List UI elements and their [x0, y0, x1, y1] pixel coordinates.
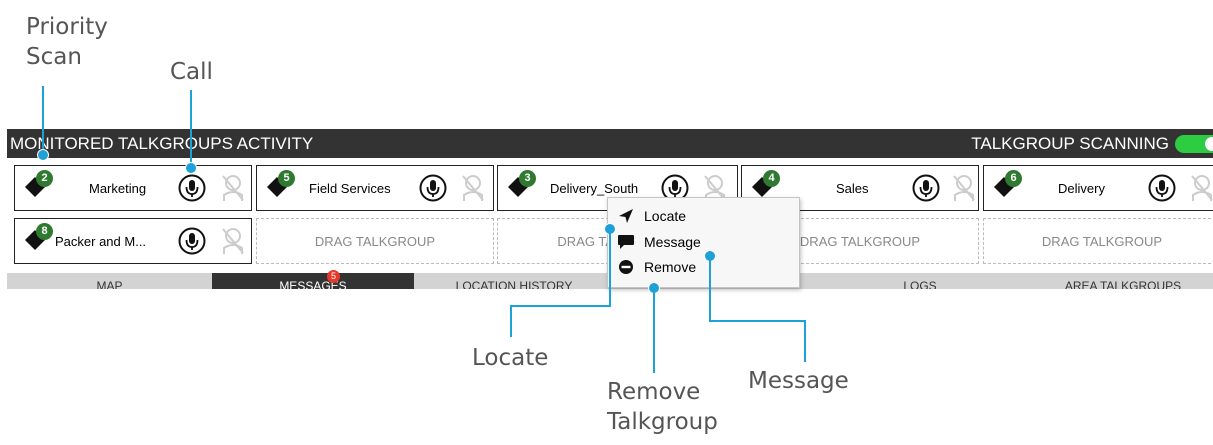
callout-priority-scan: Priority Scan — [26, 12, 108, 72]
leader-dot-priority-scan — [37, 149, 49, 161]
drag-talkgroup-label: DRAG TALKGROUP — [1041, 234, 1163, 249]
callout-remove-talkgroup: Remove Talkgroup — [607, 377, 718, 437]
muted-speaker-icon[interactable] — [460, 173, 486, 203]
tab-location-history[interactable]: LOCATION HISTORY — [414, 273, 614, 289]
talkgroup-name: Sales — [836, 181, 869, 196]
leader-dot-call — [185, 162, 197, 174]
priority-badge: 6 — [1005, 170, 1022, 187]
leader-message-v2 — [804, 320, 806, 362]
messages-count-badge: 5 — [327, 270, 340, 283]
priority-badge: 2 — [36, 170, 53, 187]
talkgroup-scanning-label: TALKGROUP SCANNING — [971, 134, 1169, 153]
remove-circle-icon — [619, 260, 633, 274]
callout-call: Call — [170, 59, 213, 85]
talkgroup-name: Packer and M... — [55, 234, 147, 249]
muted-speaker-icon[interactable] — [220, 226, 246, 256]
tab-logs[interactable]: LOGS — [807, 273, 1033, 289]
panel-header: MONITORED TALKGROUPS ACTIVITY TALKGROUP … — [7, 129, 1213, 158]
toggle-knob — [1205, 137, 1213, 151]
tab-area-talkgroups[interactable]: AREA TALKGROUPS — [1033, 273, 1213, 289]
leader-message-v — [709, 256, 711, 322]
talkgroup-tile[interactable]: 6 Delivery — [983, 165, 1213, 211]
callout-remove-line1: Remove — [607, 379, 701, 405]
empty-talkgroup-slot[interactable]: DRAG TALKGROUP — [256, 218, 494, 264]
leader-locate-v — [609, 229, 611, 306]
priority-badge: 5 — [278, 170, 295, 187]
leader-locate-h — [510, 305, 611, 307]
microphone-icon[interactable] — [912, 174, 940, 202]
drag-talkgroup-label: DRAG TALKGROUP — [314, 234, 436, 249]
muted-speaker-icon[interactable] — [220, 173, 246, 203]
talkgroup-tile[interactable]: 2 Marketing — [14, 165, 252, 211]
menu-item-label: Remove — [644, 259, 697, 275]
talkgroup-name: Delivery — [1058, 181, 1105, 196]
tab-messages[interactable]: MESSAGES 5 — [212, 270, 414, 289]
speech-bubble-icon — [618, 235, 634, 249]
talkgroup-name: Delivery_South — [550, 181, 639, 196]
priority-badge: 8 — [36, 223, 53, 240]
callout-priority-scan-line2: Scan — [26, 44, 82, 70]
talkgroup-name: Field Services — [309, 181, 391, 196]
microphone-icon[interactable] — [178, 174, 206, 202]
microphone-icon[interactable] — [178, 227, 206, 255]
empty-talkgroup-slot[interactable]: DRAG TALKGROUP — [983, 218, 1213, 264]
muted-speaker-icon[interactable] — [951, 173, 977, 203]
locate-arrow-icon — [619, 209, 633, 223]
callout-locate: Locate — [472, 345, 549, 371]
tab-map[interactable]: MAP — [7, 273, 212, 289]
panel-title: MONITORED TALKGROUPS ACTIVITY — [10, 134, 314, 153]
talkgroup-tile[interactable]: 8 Packer and M... — [14, 218, 252, 264]
leader-remove — [653, 288, 655, 373]
tab-label: AREA TALKGROUPS — [1064, 279, 1182, 289]
leader-call — [190, 90, 192, 166]
muted-speaker-icon[interactable] — [1189, 173, 1213, 203]
talkgroup-name: Marketing — [89, 181, 147, 196]
tab-label: LOGS — [903, 279, 937, 289]
microphone-icon[interactable] — [1148, 174, 1176, 202]
leader-locate-v2 — [510, 305, 512, 337]
tab-label: LOCATION HISTORY — [455, 279, 573, 289]
menu-item-label: Locate — [644, 208, 687, 224]
talkgroup-tile[interactable]: 5 Field Services — [256, 165, 494, 211]
leader-priority-scan — [42, 86, 44, 153]
microphone-icon[interactable] — [419, 174, 447, 202]
callout-message: Message — [748, 368, 849, 394]
callout-remove-line2: Talkgroup — [607, 409, 718, 435]
leader-message-h — [709, 320, 806, 322]
talkgroup-scanning-toggle[interactable] — [1175, 135, 1213, 153]
menu-item-label: Message — [644, 234, 701, 250]
callout-priority-scan-line1: Priority — [26, 14, 108, 40]
talkgroup-context-menu: Locate Message Remove — [607, 197, 800, 288]
tab-label: MAP — [96, 279, 123, 289]
priority-badge: 3 — [519, 170, 536, 187]
priority-badge: 4 — [763, 170, 780, 187]
